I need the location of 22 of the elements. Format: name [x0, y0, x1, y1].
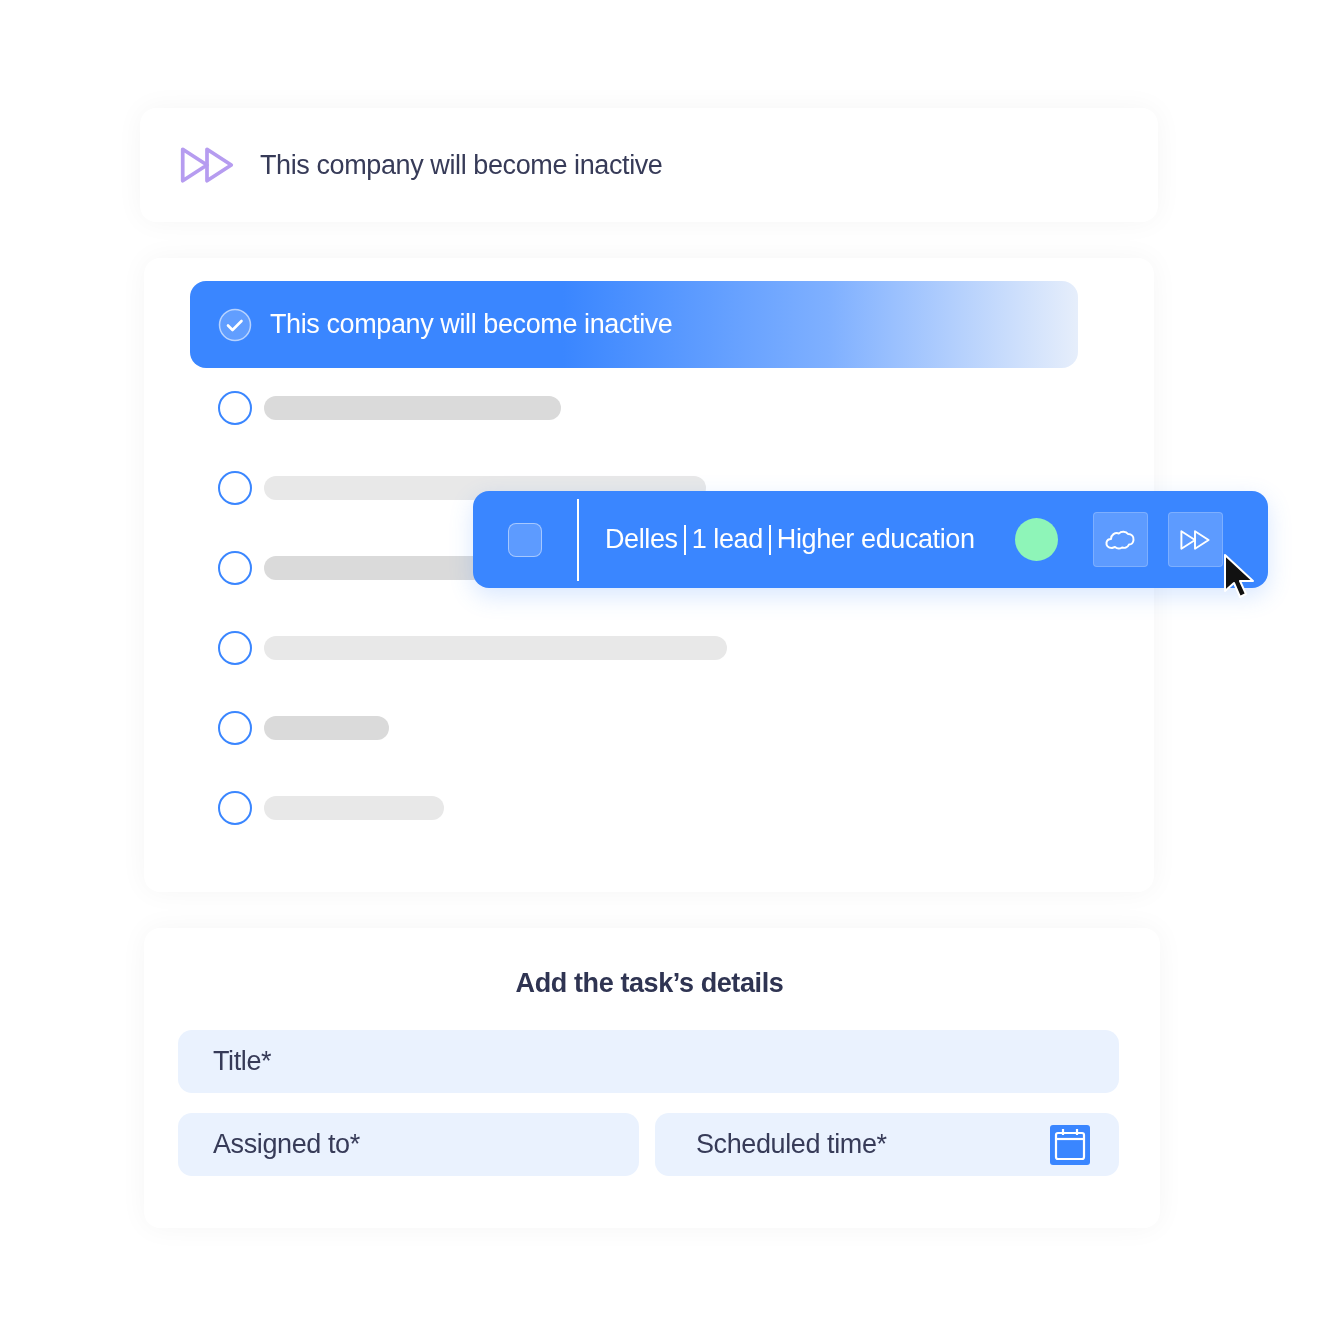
radio-button[interactable] [218, 471, 252, 505]
input-field[interactable]: Assigned to* [178, 1113, 639, 1176]
toolbar-text: Higher education [776, 524, 975, 555]
selected-option[interactable]: This company will become inactive [190, 281, 1078, 368]
input-field[interactable]: Title* [178, 1030, 1119, 1093]
checkbox[interactable] [508, 522, 542, 557]
fast-forward-button[interactable] [1167, 512, 1223, 567]
radio-button[interactable] [218, 551, 252, 585]
form-heading: Add the task’s details [514, 967, 785, 1000]
fast-forward-icon [178, 145, 236, 185]
toolbar-text: Delles [605, 524, 678, 555]
calendar-icon[interactable] [1050, 1125, 1090, 1165]
radio-button[interactable] [218, 791, 252, 825]
input-field[interactable]: Scheduled time* [655, 1113, 1119, 1176]
radio-button[interactable] [218, 391, 252, 425]
banner-text: This company will become inactive [260, 149, 663, 181]
toolbar-text: 1 lead [691, 524, 763, 555]
radio-button[interactable] [218, 711, 252, 745]
cloud-button[interactable] [1092, 512, 1148, 567]
check-circle-icon [218, 307, 252, 342]
radio-button[interactable] [218, 631, 252, 665]
fast-forward-icon [1179, 527, 1212, 552]
